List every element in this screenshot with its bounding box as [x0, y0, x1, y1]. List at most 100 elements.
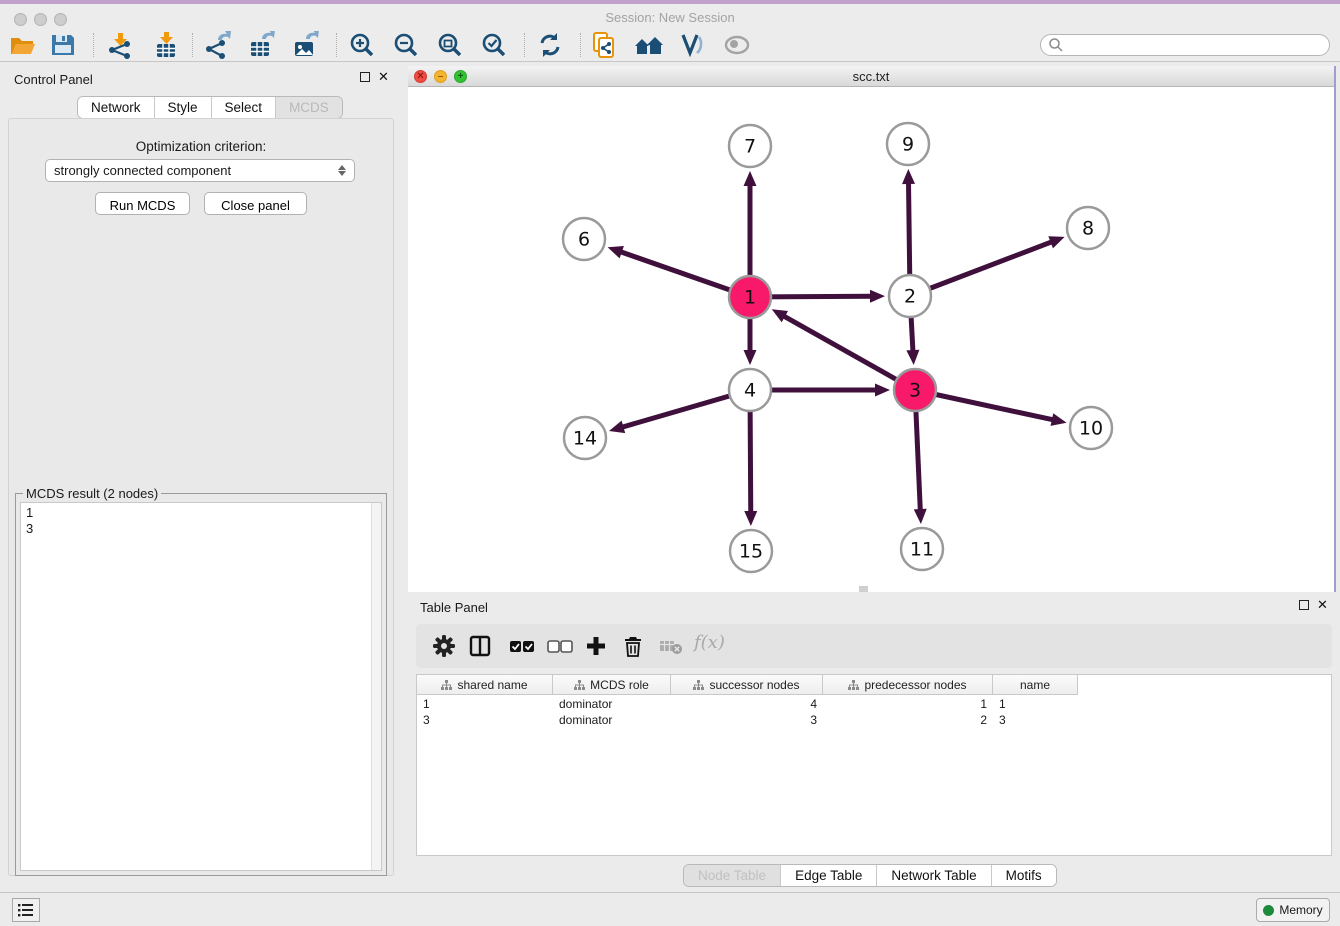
function-builder-icon[interactable]: f(x): [694, 632, 725, 653]
column-header-shared-name[interactable]: shared name: [417, 675, 553, 695]
column-header-successor-nodes[interactable]: successor nodes: [671, 675, 823, 695]
zoom-selected-icon[interactable]: [479, 31, 509, 59]
column-header-MCDS-role[interactable]: MCDS role: [553, 675, 671, 695]
control-panel: Control Panel ✕ NetworkStyleSelectMCDS O…: [0, 62, 404, 882]
zoom-out-icon[interactable]: [391, 31, 421, 59]
memory-button[interactable]: Memory: [1256, 898, 1330, 922]
edge-arrowhead: [744, 350, 757, 365]
cell-MCDS-role[interactable]: dominator: [553, 713, 671, 729]
cell-shared-name[interactable]: 3: [417, 713, 553, 729]
search-input[interactable]: [1064, 38, 1314, 52]
attribute-tree-icon: [574, 680, 585, 690]
import-table-icon[interactable]: [151, 31, 181, 59]
canvas-scrollbar-thumb[interactable]: [859, 586, 868, 592]
tab-network-table[interactable]: Network Table: [877, 865, 991, 886]
edge-2-8[interactable]: [910, 242, 1053, 296]
export-network-icon[interactable]: [204, 31, 234, 59]
node-label-9: 9: [902, 134, 914, 156]
cell-predecessor-nodes[interactable]: 2: [823, 713, 993, 729]
cell-name[interactable]: 1: [993, 697, 1078, 713]
tab-node-table[interactable]: Node Table: [684, 865, 781, 886]
edge-arrowhead: [1051, 413, 1067, 426]
table-tabs: Node TableEdge TableNetwork TableMotifs: [683, 864, 1057, 887]
float-panel-icon[interactable]: [360, 72, 370, 82]
cell-predecessor-nodes[interactable]: 1: [823, 697, 993, 713]
session-title: Session: New Session: [0, 10, 1340, 25]
network-graph[interactable]: 7968124314101511: [408, 87, 1334, 592]
network-window-titlebar[interactable]: ✕ – + scc.txt: [408, 66, 1334, 87]
edge-arrowhead: [744, 511, 757, 526]
search-box[interactable]: [1040, 34, 1330, 56]
node-label-4: 4: [744, 380, 756, 402]
edge-3-1[interactable]: [783, 316, 915, 390]
edge-arrowhead: [744, 171, 757, 186]
network-canvas[interactable]: 7968124314101511: [408, 87, 1334, 592]
cell-successor-nodes[interactable]: 4: [671, 697, 823, 713]
mcds-result-list[interactable]: 1 3: [20, 502, 382, 871]
table-row[interactable]: 3dominator323: [417, 713, 1078, 729]
tab-network[interactable]: Network: [78, 97, 155, 118]
close-panel-icon[interactable]: ✕: [1317, 600, 1328, 610]
delete-column-icon[interactable]: [621, 634, 645, 658]
float-panel-icon[interactable]: [1299, 600, 1309, 610]
cell-MCDS-role[interactable]: dominator: [553, 697, 671, 713]
table-panel: Table Panel ✕ f(x) shared nameMCDS roles…: [408, 596, 1340, 892]
deselect-all-icon[interactable]: [546, 634, 570, 658]
edge-arrowhead: [609, 421, 625, 433]
tab-style[interactable]: Style: [155, 97, 212, 118]
column-label: shared name: [457, 678, 527, 692]
mcds-panel: Optimization criterion: strongly connect…: [8, 118, 394, 876]
toolbar-separator: [580, 33, 581, 57]
show-hide-icon[interactable]: [722, 31, 752, 59]
memory-label: Memory: [1279, 903, 1322, 917]
import-network-icon[interactable]: [105, 31, 135, 59]
attribute-tree-icon: [441, 680, 452, 690]
open-file-icon[interactable]: [8, 31, 38, 59]
tab-edge-table[interactable]: Edge Table: [781, 865, 877, 886]
show-columns-icon[interactable]: [468, 634, 492, 658]
criterion-select[interactable]: strongly connected component: [45, 159, 355, 182]
copy-style-icon[interactable]: [590, 31, 620, 59]
toolbar-separator: [192, 33, 193, 57]
cell-shared-name[interactable]: 1: [417, 697, 553, 713]
mcds-scrollbar[interactable]: [371, 503, 381, 870]
node-label-8: 8: [1082, 218, 1094, 240]
close-panel-button[interactable]: Close panel: [204, 192, 307, 215]
node-label-2: 2: [904, 286, 916, 308]
tab-mcds[interactable]: MCDS: [276, 97, 342, 118]
column-header-name[interactable]: name: [993, 675, 1078, 695]
status-bar: Memory: [0, 892, 1340, 926]
tab-motifs[interactable]: Motifs: [992, 865, 1056, 886]
export-table-icon[interactable]: [247, 31, 277, 59]
home-layout-icon[interactable]: [634, 31, 664, 59]
refresh-icon[interactable]: [535, 31, 565, 59]
node-label-7: 7: [744, 136, 756, 158]
node-label-11: 11: [910, 539, 934, 561]
zoom-fit-icon[interactable]: [435, 31, 465, 59]
zoom-in-icon[interactable]: [347, 31, 377, 59]
select-all-icon[interactable]: [508, 634, 532, 658]
save-session-icon[interactable]: [48, 31, 78, 59]
edge-arrowhead: [1048, 236, 1064, 248]
close-panel-icon[interactable]: ✕: [378, 72, 389, 82]
add-column-icon[interactable]: [584, 634, 608, 658]
apply-style-icon[interactable]: [677, 31, 707, 59]
node-table[interactable]: shared name MCDS role successor nodes prede…: [416, 674, 1332, 856]
export-image-icon[interactable]: [291, 31, 321, 59]
mcds-result-box: MCDS result (2 nodes) 1 3: [15, 493, 387, 876]
column-header-predecessor-nodes[interactable]: predecessor nodes: [823, 675, 993, 695]
table-row[interactable]: 1dominator411: [417, 697, 1078, 713]
run-mcds-button[interactable]: Run MCDS: [95, 192, 190, 215]
toolbar-separator: [336, 33, 337, 57]
column-label: successor nodes: [709, 678, 799, 692]
column-label: MCDS role: [590, 678, 649, 692]
table-settings-icon[interactable]: [432, 634, 456, 658]
cell-name[interactable]: 3: [993, 713, 1078, 729]
mcds-result-title: MCDS result (2 nodes): [23, 486, 161, 501]
task-history-button[interactable]: [12, 898, 40, 922]
cell-successor-nodes[interactable]: 3: [671, 713, 823, 729]
criterion-value: strongly connected component: [54, 163, 338, 178]
edge-arrowhead: [906, 350, 919, 365]
tab-select[interactable]: Select: [212, 97, 277, 118]
delete-table-icon[interactable]: [658, 634, 682, 658]
